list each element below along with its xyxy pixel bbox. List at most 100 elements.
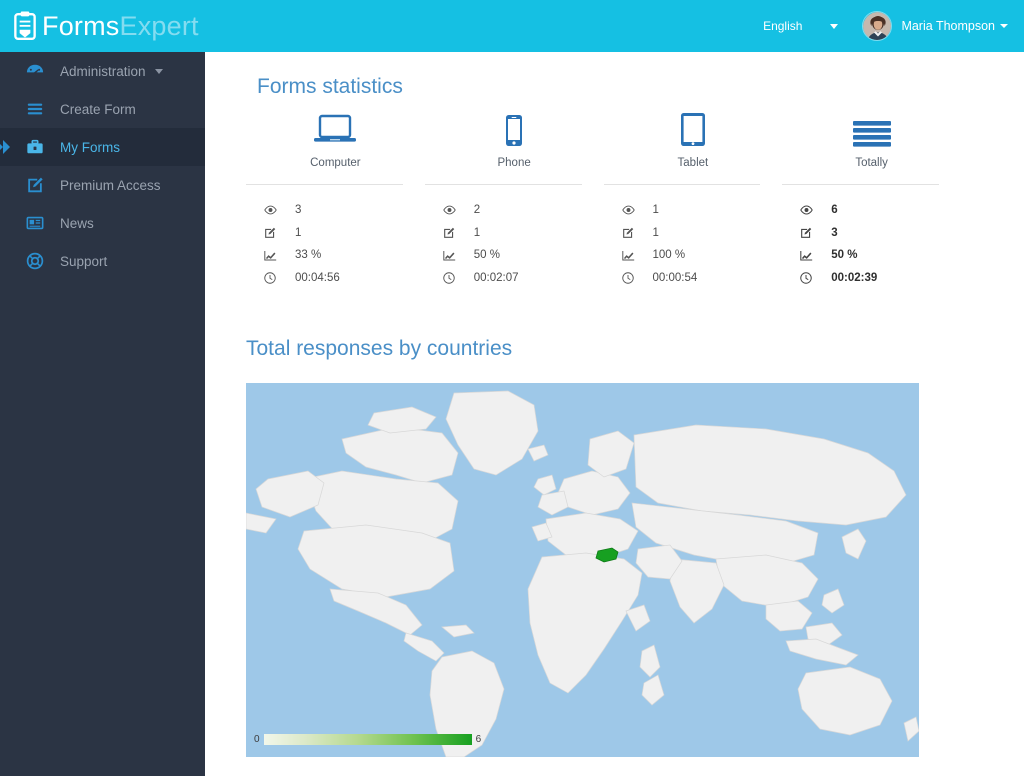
stat-value: 1 <box>652 204 659 217</box>
main-content: Forms statistics Computer 3 1 33 % 00:04… <box>205 52 1024 776</box>
clock-icon <box>800 272 817 284</box>
newspaper-icon <box>24 212 46 234</box>
stat-value: 00:00:54 <box>652 271 698 284</box>
stat-row-conversion: 100 % <box>621 244 783 267</box>
language-label: English <box>763 19 803 33</box>
stat-row-conversion: 50 % <box>443 244 604 267</box>
stat-row-views: 2 <box>443 199 604 222</box>
bars-stacked-icon <box>852 112 892 148</box>
brand-name-expert: Expert <box>119 10 199 41</box>
world-map-chart[interactable]: 0 6 <box>246 383 919 757</box>
eye-icon <box>443 205 460 215</box>
eye-icon <box>800 205 817 215</box>
sidebar-item-premium-access[interactable]: Premium Access <box>0 166 205 204</box>
list-lines-icon <box>24 98 46 120</box>
brand-logo[interactable]: FormsExpert <box>0 0 205 52</box>
stat-value: 1 <box>295 226 302 239</box>
stat-value: 1 <box>652 226 659 239</box>
pencil-square-icon <box>264 227 281 239</box>
pencil-square-icon <box>24 174 46 196</box>
line-chart-icon <box>264 250 281 261</box>
sidebar-item-create-form[interactable]: Create Form <box>0 90 205 128</box>
line-chart-icon <box>443 250 460 261</box>
stat-row-views: 1 <box>621 199 783 222</box>
stat-row-views: 6 <box>800 199 961 222</box>
stat-row-views: 3 <box>264 199 425 222</box>
stat-column-label: Computer <box>310 157 361 169</box>
phone-icon <box>503 112 525 148</box>
legend-min-label: 0 <box>254 734 260 745</box>
page-title-total-responses: Total responses by countries <box>246 337 513 360</box>
sidebar-item-support[interactable]: Support <box>0 242 205 280</box>
stat-row-time: 00:02:39 <box>800 267 961 290</box>
pencil-square-icon <box>622 227 639 239</box>
clock-icon <box>621 272 639 284</box>
stat-column-tablet: Tablet 1 1 100 % 00:00:54 <box>603 112 783 290</box>
lifebuoy-icon <box>24 250 46 272</box>
stat-row-conversion: 50 % <box>800 244 961 267</box>
stat-value: 50 % <box>831 249 858 262</box>
eye-icon <box>621 205 639 215</box>
stat-row-submissions: 1 <box>443 222 604 245</box>
stat-column-totally: Totally 6 3 50 % 00:02:39 <box>782 112 961 289</box>
avatar[interactable] <box>862 11 893 41</box>
stat-row-submissions: 1 <box>622 222 783 245</box>
pencil-square-icon <box>800 227 817 239</box>
stat-value: 100 % <box>652 249 686 262</box>
stat-value: 3 <box>831 226 838 239</box>
stat-value: 00:02:07 <box>473 271 519 284</box>
page-title-forms-statistics: Forms statistics <box>257 75 403 98</box>
clock-icon <box>264 272 281 284</box>
sidebar-item-label: Premium Access <box>60 177 161 193</box>
stat-value: 33 % <box>295 249 322 262</box>
legend-gradient-bar <box>263 734 472 745</box>
statistics-grid: Computer 3 1 33 % 00:04:56 Phone 2 1 50 … <box>246 112 961 289</box>
stat-column-computer: Computer 3 1 33 % 00:04:56 <box>246 112 425 289</box>
stat-row-submissions: 3 <box>800 222 961 245</box>
language-selector[interactable]: English <box>763 19 839 33</box>
stat-row-time: 00:02:07 <box>443 267 604 290</box>
top-header-bar: FormsExpert English Maria Thompson <box>0 0 1024 52</box>
user-menu[interactable]: Maria Thompson <box>901 19 1008 33</box>
dashboard-icon <box>24 60 46 82</box>
world-map-svg <box>246 383 919 757</box>
briefcase-icon <box>24 136 46 158</box>
sidebar-item-my-forms[interactable]: My Forms <box>0 128 205 166</box>
stat-value: 00:04:56 <box>295 271 340 284</box>
sidebar-item-label: Create Form <box>60 101 136 117</box>
tablet-icon <box>679 112 707 148</box>
sidebar-item-news[interactable]: News <box>0 204 205 242</box>
legend-max-label: 6 <box>475 734 482 745</box>
sidebar-item-label: News <box>60 215 94 231</box>
chevron-down-icon <box>1000 24 1008 28</box>
stat-column-label: Tablet <box>677 157 709 169</box>
line-chart-icon <box>621 250 639 261</box>
stat-column-label: Totally <box>855 157 888 169</box>
line-chart-icon <box>800 250 817 261</box>
sidebar-nav: Administration Create Form My Forms Prem… <box>0 52 205 776</box>
chevron-down-icon <box>154 68 163 74</box>
sidebar-item-label: Administration <box>60 63 146 79</box>
active-indicator-arrow-icon <box>0 139 14 155</box>
pencil-square-icon <box>443 227 460 239</box>
brand-name-forms: Forms <box>42 10 120 41</box>
chevron-down-icon <box>830 23 839 29</box>
sidebar-item-label: My Forms <box>60 139 120 155</box>
stat-row-submissions: 1 <box>264 222 425 245</box>
user-name-label: Maria Thompson <box>901 19 995 33</box>
eye-icon <box>264 205 281 215</box>
map-legend: 0 6 <box>254 734 481 745</box>
stat-value: 3 <box>295 204 302 217</box>
clock-icon <box>443 272 460 284</box>
laptop-icon <box>313 112 357 148</box>
stat-value: 00:02:39 <box>831 271 878 284</box>
stat-value: 6 <box>831 204 838 217</box>
stat-value: 1 <box>473 226 481 239</box>
stat-value: 50 % <box>473 249 500 262</box>
stat-row-time: 00:00:54 <box>621 267 783 290</box>
stat-row-time: 00:04:56 <box>264 267 425 290</box>
sidebar-item-administration[interactable]: Administration <box>0 52 205 90</box>
stat-row-conversion: 33 % <box>264 244 425 267</box>
stat-column-phone: Phone 2 1 50 % 00:02:07 <box>424 112 604 290</box>
clipboard-form-icon <box>12 11 38 41</box>
